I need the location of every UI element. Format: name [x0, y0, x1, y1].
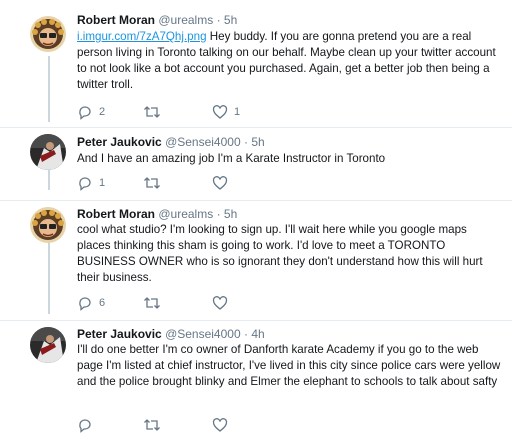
image-link[interactable]: i.imgur.com/7zA7Qhj.png: [77, 30, 207, 43]
retweet-button[interactable]: [143, 417, 167, 433]
like-button[interactable]: 1: [212, 104, 240, 120]
heart-icon: [212, 418, 228, 432]
tweet[interactable]: Robert Moran @urealms · 5h cool what stu…: [0, 201, 512, 320]
separator: ·: [243, 327, 248, 341]
like-button[interactable]: [212, 175, 234, 191]
author-name[interactable]: Robert Moran: [77, 13, 155, 27]
tweet-text: And I have an amazing job I'm a Karate I…: [77, 152, 386, 165]
avatar[interactable]: [30, 327, 66, 363]
tweet-header: Peter Jaukovic @Sensei4000 · 5h: [77, 134, 265, 150]
like-button[interactable]: [212, 295, 234, 311]
separator: ·: [243, 135, 248, 149]
author-handle[interactable]: @urealms: [158, 207, 213, 221]
author-name[interactable]: Robert Moran: [77, 207, 155, 221]
avatar-photo-icon: [30, 134, 66, 170]
retweet-button[interactable]: [143, 104, 167, 120]
retweet-icon: [144, 297, 160, 309]
avatar[interactable]: [30, 207, 66, 243]
tweet-text: i.imgur.com/7zA7Qhj.png Hey buddy. If yo…: [77, 29, 503, 93]
reply-icon: [79, 106, 91, 120]
reply-icon: [79, 177, 91, 191]
tweet-time[interactable]: 5h: [224, 207, 237, 221]
avatar[interactable]: [30, 134, 66, 170]
tweet-header: Robert Moran @urealms · 5h: [77, 206, 237, 222]
tweet[interactable]: Robert Moran @urealms · 5h i.imgur.com/7…: [0, 0, 512, 127]
avatar-photo-icon: [30, 327, 66, 363]
tweet-time[interactable]: 4h: [251, 327, 264, 341]
avatar-cartoon-icon: [30, 207, 66, 243]
like-button[interactable]: [212, 417, 234, 433]
retweet-icon: [144, 106, 160, 118]
author-handle[interactable]: @Sensei4000: [165, 135, 241, 149]
reply-count: 6: [99, 297, 106, 309]
separator: ·: [216, 13, 221, 27]
reply-icon: [79, 419, 91, 433]
avatar[interactable]: [30, 16, 66, 52]
tweet-text: I'll do one better I'm co owner of Danfo…: [77, 343, 501, 388]
retweet-button[interactable]: [143, 175, 167, 191]
retweet-icon: [144, 419, 160, 431]
tweet-header: Robert Moran @urealms · 5h: [77, 12, 237, 28]
reply-button[interactable]: 6: [77, 295, 105, 311]
avatar-cartoon-icon: [30, 16, 66, 52]
reply-button[interactable]: 1: [77, 175, 105, 191]
reply-count: 2: [99, 106, 106, 118]
author-name[interactable]: Peter Jaukovic: [77, 327, 162, 341]
tweet-time[interactable]: 5h: [224, 13, 237, 27]
retweet-icon: [144, 177, 160, 189]
separator: ·: [216, 207, 221, 221]
retweet-button[interactable]: [143, 295, 167, 311]
heart-icon: [212, 176, 228, 190]
author-name[interactable]: Peter Jaukovic: [77, 135, 162, 149]
heart-icon: [212, 296, 228, 310]
heart-icon: [212, 105, 228, 119]
reply-button[interactable]: [77, 417, 99, 433]
tweet-time[interactable]: 5h: [251, 135, 264, 149]
tweet-header: Peter Jaukovic @Sensei4000 · 4h: [77, 326, 265, 342]
tweet[interactable]: Peter Jaukovic @Sensei4000 · 5h And I ha…: [0, 128, 512, 200]
like-count: 1: [234, 106, 241, 118]
reply-button[interactable]: 2: [77, 104, 105, 120]
tweet-text: cool what studio? I'm looking to sign up…: [77, 223, 483, 284]
author-handle[interactable]: @urealms: [158, 13, 213, 27]
reply-icon: [79, 297, 91, 311]
author-handle[interactable]: @Sensei4000: [165, 327, 241, 341]
reply-count: 1: [99, 177, 106, 189]
tweet[interactable]: Peter Jaukovic @Sensei4000 · 4h I'll do …: [0, 321, 512, 442]
